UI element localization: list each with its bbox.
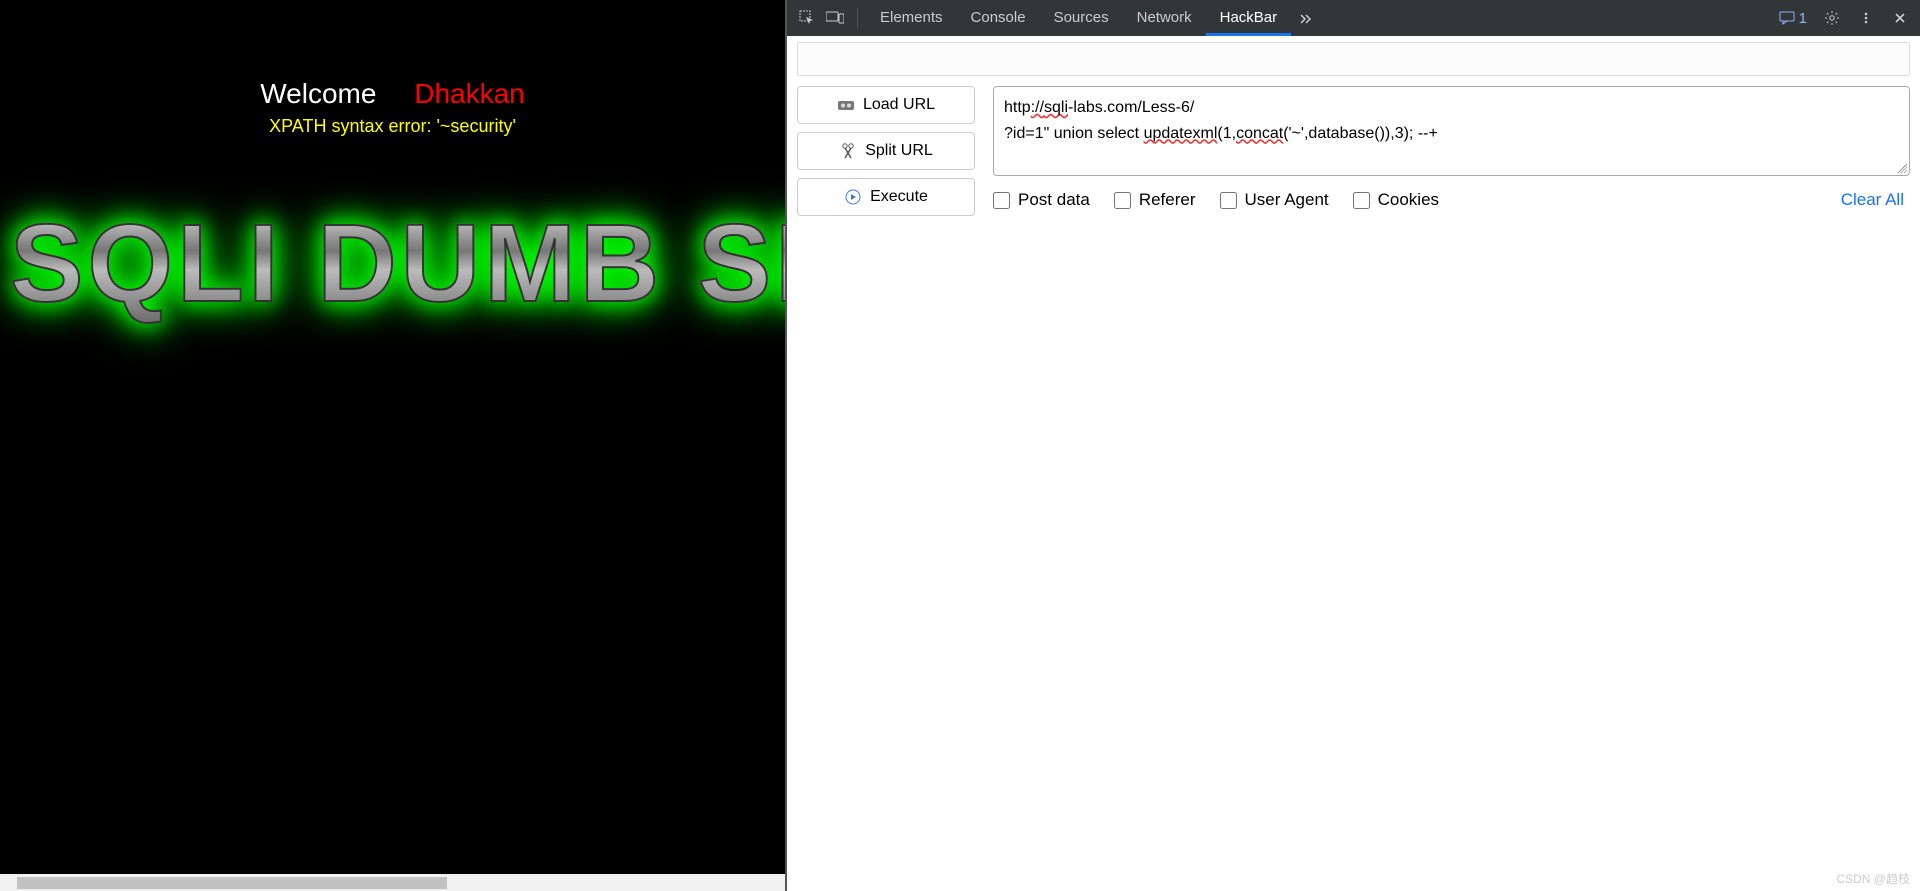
- tab-console[interactable]: Console: [957, 0, 1040, 36]
- tab-elements[interactable]: Elements: [866, 0, 957, 36]
- user-agent-input[interactable]: [1220, 192, 1237, 209]
- separator: [857, 8, 858, 28]
- dhakkan-name: Dhakkan: [414, 78, 525, 109]
- horizontal-scrollbar[interactable]: [0, 874, 785, 891]
- message-count: 1: [1799, 10, 1807, 27]
- mini-url-bar[interactable]: [797, 42, 1910, 76]
- split-url-button[interactable]: Split URL: [797, 132, 975, 170]
- load-url-button[interactable]: Load URL: [797, 86, 975, 124]
- post-data-label: Post data: [1018, 190, 1090, 210]
- devtools-tabbar: Elements Console Sources Network HackBar…: [787, 0, 1920, 36]
- more-menu-icon[interactable]: [1852, 4, 1880, 32]
- referer-label: Referer: [1139, 190, 1196, 210]
- split-url-icon: [839, 142, 857, 160]
- webpage-pane: Welcome Dhakkan XPATH syntax error: '~se…: [0, 0, 785, 891]
- device-toggle-icon[interactable]: [821, 4, 849, 32]
- welcome-text: Welcome: [260, 78, 376, 109]
- post-data-checkbox[interactable]: Post data: [993, 190, 1090, 210]
- referer-input[interactable]: [1114, 192, 1131, 209]
- tab-sources[interactable]: Sources: [1040, 0, 1123, 36]
- devtools-pane: Elements Console Sources Network HackBar…: [785, 0, 1920, 891]
- execute-icon: [844, 188, 862, 206]
- load-url-icon: [837, 96, 855, 114]
- referer-checkbox[interactable]: Referer: [1114, 190, 1196, 210]
- hackbar-main-column: http://sqli-labs.com/Less-6/ ?id=1" unio…: [993, 86, 1910, 210]
- watermark-text: CSDN @趋枝: [1836, 870, 1910, 887]
- hackbar-button-column: Load URL Split URL Execute: [797, 86, 975, 216]
- cookies-input[interactable]: [1353, 192, 1370, 209]
- post-data-input[interactable]: [993, 192, 1010, 209]
- hackbar-option-row: Post data Referer User Agent Cookies Cle…: [993, 190, 1910, 210]
- split-url-label: Split URL: [865, 142, 933, 160]
- close-devtools-icon[interactable]: [1886, 4, 1914, 32]
- resize-grip-icon[interactable]: [1895, 161, 1907, 173]
- sqli-logo-text: SQLI DUMB SERIES: [10, 200, 785, 327]
- user-agent-label: User Agent: [1245, 190, 1329, 210]
- xpath-error-text: XPATH syntax error: '~security': [0, 116, 785, 137]
- url-textarea[interactable]: http://sqli-labs.com/Less-6/ ?id=1" unio…: [993, 86, 1910, 176]
- message-icon: [1779, 11, 1795, 25]
- hackbar-body: Load URL Split URL Execute http://sqli-l…: [787, 82, 1920, 226]
- cookies-label: Cookies: [1378, 190, 1439, 210]
- page-content: Welcome Dhakkan XPATH syntax error: '~se…: [0, 0, 785, 137]
- tab-hackbar[interactable]: HackBar: [1206, 0, 1292, 36]
- scrollbar-thumb[interactable]: [17, 877, 447, 889]
- execute-label: Execute: [870, 188, 928, 206]
- settings-gear-icon[interactable]: [1818, 4, 1846, 32]
- clear-all-link[interactable]: Clear All: [1841, 190, 1904, 210]
- inspect-element-icon[interactable]: [793, 4, 821, 32]
- welcome-line: Welcome Dhakkan: [0, 78, 785, 110]
- cookies-checkbox[interactable]: Cookies: [1353, 190, 1439, 210]
- user-agent-checkbox[interactable]: User Agent: [1220, 190, 1329, 210]
- tab-network[interactable]: Network: [1123, 0, 1206, 36]
- execute-button[interactable]: Execute: [797, 178, 975, 216]
- load-url-label: Load URL: [863, 96, 935, 114]
- more-tabs-icon[interactable]: [1291, 4, 1319, 32]
- messages-badge[interactable]: 1: [1774, 9, 1812, 28]
